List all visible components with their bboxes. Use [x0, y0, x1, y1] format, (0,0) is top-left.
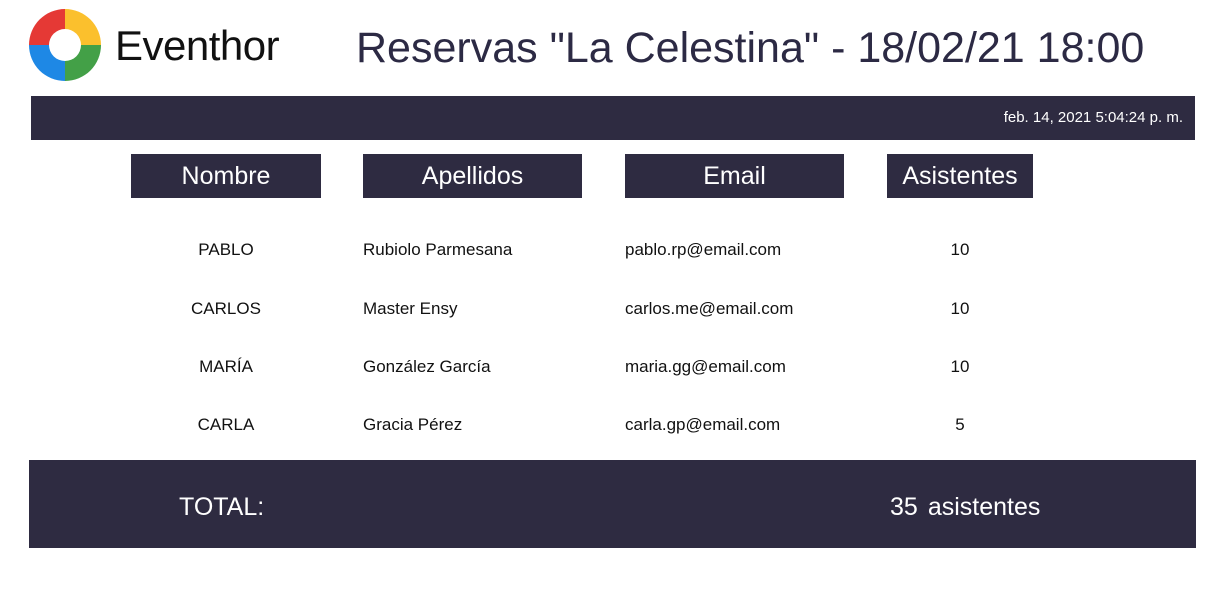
- brand-name: Eventhor: [115, 22, 280, 69]
- cell-email: pablo.rp@email.com: [625, 240, 782, 259]
- total-value: 35 asistentes: [890, 492, 1040, 522]
- cell-nombre: CARLA: [197, 415, 255, 434]
- total-footer: TOTAL: 35 asistentes: [29, 460, 1196, 548]
- table-row: PABLO Rubiolo Parmesana pablo.rp@email.c…: [0, 238, 1223, 262]
- cell-asistentes: 10: [950, 357, 970, 376]
- cell-asistentes: 10: [950, 299, 970, 318]
- table-row: CARLOS Master Ensy carlos.me@email.com 1…: [0, 297, 1223, 321]
- total-unit: asistentes: [927, 493, 1041, 521]
- column-header-email: Email: [625, 154, 844, 198]
- cell-apellidos: Gracia Pérez: [363, 415, 463, 434]
- cell-asistentes: 5: [955, 415, 965, 434]
- cell-asistentes: 10: [950, 240, 970, 259]
- report-title: Reservas "La Celestina" - 18/02/21 18:00: [356, 24, 1145, 72]
- cell-nombre: PABLO: [198, 240, 254, 259]
- cell-nombre: MARÍA: [199, 357, 253, 376]
- column-header-asistentes: Asistentes: [887, 154, 1033, 198]
- cell-email: maria.gg@email.com: [625, 357, 786, 376]
- cell-email: carlos.me@email.com: [625, 299, 794, 318]
- header-bar: feb. 14, 2021 5:04:24 p. m.: [31, 96, 1195, 140]
- total-label: TOTAL:: [179, 493, 265, 521]
- column-header-apellidos: Apellidos: [363, 154, 582, 198]
- column-header-nombre: Nombre: [131, 154, 321, 198]
- generated-timestamp: feb. 14, 2021 5:04:24 p. m.: [1003, 109, 1183, 126]
- table-row: MARÍA González García maria.gg@email.com…: [0, 355, 1223, 379]
- eventhor-logo-icon: [29, 9, 101, 81]
- cell-apellidos: González García: [363, 357, 491, 376]
- cell-apellidos: Rubiolo Parmesana: [363, 240, 513, 259]
- cell-nombre: CARLOS: [191, 299, 261, 318]
- cell-email: carla.gp@email.com: [625, 415, 781, 434]
- total-count: 35: [890, 493, 918, 521]
- table-row: CARLA Gracia Pérez carla.gp@email.com 5: [0, 413, 1223, 437]
- cell-apellidos: Master Ensy: [363, 299, 458, 318]
- report-page: Eventhor Reservas "La Celestina" - 18/02…: [0, 0, 1223, 602]
